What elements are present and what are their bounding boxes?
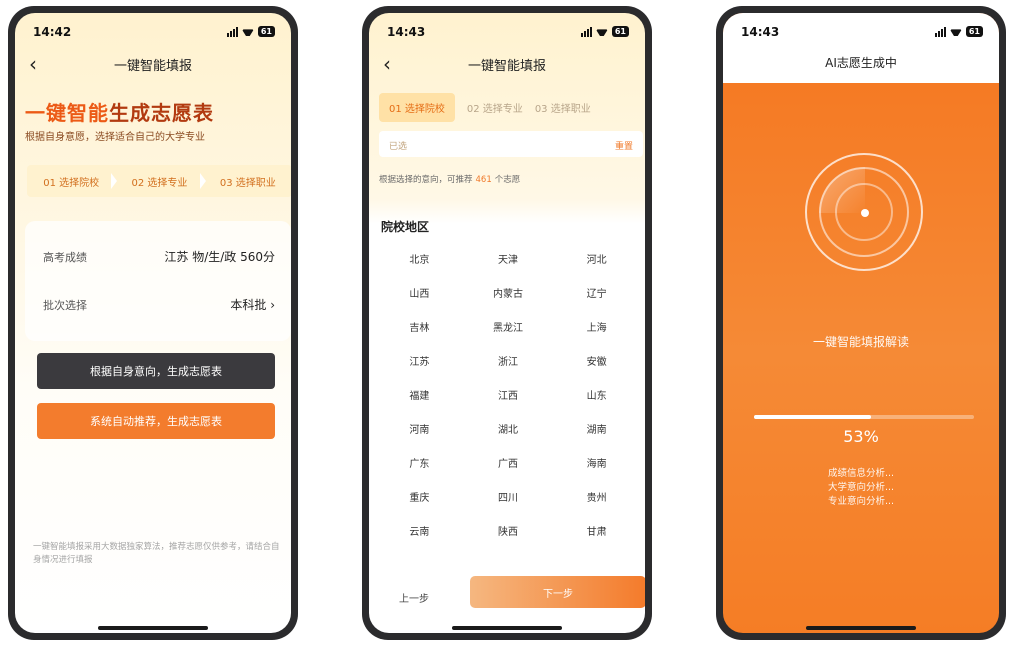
back-icon[interactable]: ‹ (383, 53, 391, 75)
step-indicator: 01 选择院校 02 选择专业 03 选择职业 (27, 165, 291, 197)
region-option[interactable]: 江苏 (375, 343, 464, 377)
progress-fill (754, 415, 871, 419)
back-icon[interactable]: ‹ (29, 53, 37, 75)
region-option[interactable]: 天津 (464, 241, 553, 275)
selected-box[interactable]: 已选 重置 (379, 131, 643, 157)
signal-icon (226, 26, 238, 37)
region-option[interactable]: 河北 (552, 241, 641, 275)
region-option[interactable]: 云南 (375, 513, 464, 547)
wifi-icon (596, 27, 608, 36)
batch-value: 本科批 (230, 298, 267, 312)
region-option[interactable]: 贵州 (552, 479, 641, 513)
hero-subtitle: 根据自身意愿，选择适合自己的大学专业 (25, 132, 205, 143)
prev-step-button[interactable]: 上一步 (399, 590, 429, 605)
next-step-button[interactable]: 下一步 (470, 576, 645, 608)
nav-bar: ‹ 一键智能填报 (15, 53, 291, 77)
region-option[interactable]: 广东 (375, 445, 464, 479)
batch-label: 批次选择 (43, 299, 87, 312)
batch-row[interactable]: 批次选择 本科批 › (43, 297, 275, 313)
analysis-caption: 一键智能填报解读 (812, 335, 909, 349)
region-option[interactable]: 内蒙古 (464, 275, 553, 309)
region-grid: 北京 天津 河北 山西 内蒙古 辽宁 吉林 黑龙江 上海 江苏 浙江 安徽 福建… (375, 241, 641, 547)
home-indicator[interactable] (806, 626, 916, 630)
region-option[interactable]: 浙江 (464, 343, 553, 377)
analysis-step: 大学意向分析... (827, 482, 895, 493)
region-option[interactable]: 江西 (464, 377, 553, 411)
page-title: AI志愿生成中 (723, 51, 999, 83)
region-option[interactable]: 甘肃 (552, 513, 641, 547)
screen-2: 14:43 61 ‹ 一键智能填报 01 选择院校 02 选择专业 03 选择职… (369, 13, 645, 633)
analysis-steps: 成绩信息分析... 大学意向分析... 专业意向分析... (723, 467, 999, 509)
phone-frame-1: 14:42 61 ‹ 一键智能填报 一键智能生成志愿表 根据自身意愿，选择适合自… (8, 6, 298, 640)
region-option[interactable]: 福建 (375, 377, 464, 411)
generate-self-button[interactable]: 根据自身意向，生成志愿表 (37, 353, 275, 389)
step-2: 02 选择专业 (115, 165, 206, 197)
nav-title: 一键智能填报 (467, 59, 546, 74)
region-option[interactable]: 海南 (552, 445, 641, 479)
phone-frame-2: 14:43 61 ‹ 一键智能填报 01 选择院校 02 选择专业 03 选择职… (362, 6, 652, 640)
hero-title: 一键智能生成志愿表 (25, 101, 214, 125)
region-option[interactable]: 北京 (375, 241, 464, 275)
region-option[interactable]: 河南 (375, 411, 464, 445)
region-option[interactable]: 广西 (464, 445, 553, 479)
battery-icon: 61 (257, 26, 275, 37)
status-time: 14:43 (387, 25, 426, 39)
region-option[interactable]: 安徽 (552, 343, 641, 377)
radar-icon (805, 153, 923, 271)
nav-title: 一键智能填报 (113, 59, 192, 74)
progress-bar (754, 415, 974, 419)
region-option[interactable]: 重庆 (375, 479, 464, 513)
status-time: 14:43 (741, 25, 780, 39)
status-bar: 14:42 61 (15, 13, 291, 47)
region-option[interactable]: 黑龙江 (464, 309, 553, 343)
step-tab-major[interactable]: 02 选择专业 (467, 100, 523, 115)
step-3: 03 选择职业 (219, 177, 276, 189)
screen-1: 14:42 61 ‹ 一键智能填报 一键智能生成志愿表 根据自身意愿，选择适合自… (15, 13, 291, 633)
region-option[interactable]: 湖北 (464, 411, 553, 445)
selected-label: 已选 (389, 142, 408, 152)
step-tab-school[interactable]: 01 选择院校 (379, 92, 455, 122)
region-option[interactable]: 湖南 (552, 411, 641, 445)
score-row[interactable]: 高考成绩 江苏 物/生/政 560分 (43, 249, 275, 265)
info-card: 高考成绩 江苏 物/生/政 560分 批次选择 本科批 › (25, 221, 291, 341)
analysis-step: 专业意向分析... (827, 496, 895, 507)
generate-auto-button[interactable]: 系统自动推荐，生成志愿表 (37, 403, 275, 439)
step-tab-career[interactable]: 03 选择职业 (535, 100, 591, 115)
wifi-icon (242, 27, 254, 36)
score-value: 江苏 物/生/政 560分 (164, 250, 275, 264)
step-tabs: 01 选择院校 02 选择专业 03 选择职业 (379, 92, 645, 122)
chevron-right-icon: › (270, 298, 275, 312)
region-option[interactable]: 上海 (552, 309, 641, 343)
status-time: 14:42 (33, 25, 72, 39)
region-option[interactable]: 四川 (464, 479, 553, 513)
status-bar: 14:43 61 (723, 13, 999, 51)
signal-icon (580, 26, 592, 37)
progress-percent: 53% (843, 427, 879, 446)
recommend-hint: 根据选择的意向，可推荐 461 个志愿 (379, 175, 521, 185)
region-option[interactable]: 吉林 (375, 309, 464, 343)
nav-bar: ‹ 一键智能填报 (369, 53, 645, 77)
battery-icon: 61 (611, 26, 629, 37)
status-bar: 14:43 61 (369, 13, 645, 47)
battery-icon: 61 (965, 26, 983, 37)
region-option[interactable]: 山西 (375, 275, 464, 309)
analysis-step: 成绩信息分析... (827, 468, 895, 479)
region-option[interactable]: 山东 (552, 377, 641, 411)
region-option[interactable]: 辽宁 (552, 275, 641, 309)
score-label: 高考成绩 (43, 251, 87, 264)
screen-3: 14:43 61 AI志愿生成中 一键智能填报解读 53% 成绩信息分析... … (723, 13, 999, 633)
recommend-count: 461 (475, 175, 492, 185)
home-indicator[interactable] (452, 626, 562, 630)
region-option[interactable]: 陕西 (464, 513, 553, 547)
wifi-icon (950, 27, 962, 36)
home-indicator[interactable] (98, 626, 208, 630)
signal-icon (934, 26, 946, 37)
region-title: 院校地区 (381, 220, 430, 234)
phone-frame-3: 14:43 61 AI志愿生成中 一键智能填报解读 53% 成绩信息分析... … (716, 6, 1006, 640)
step-1: 01 选择院校 (27, 165, 118, 197)
disclaimer-text: 一键智能填报采用大数据独家算法，推荐志愿仅供参考，请结合自身情况进行填报 (33, 542, 280, 565)
reset-button[interactable]: 重置 (615, 139, 633, 152)
